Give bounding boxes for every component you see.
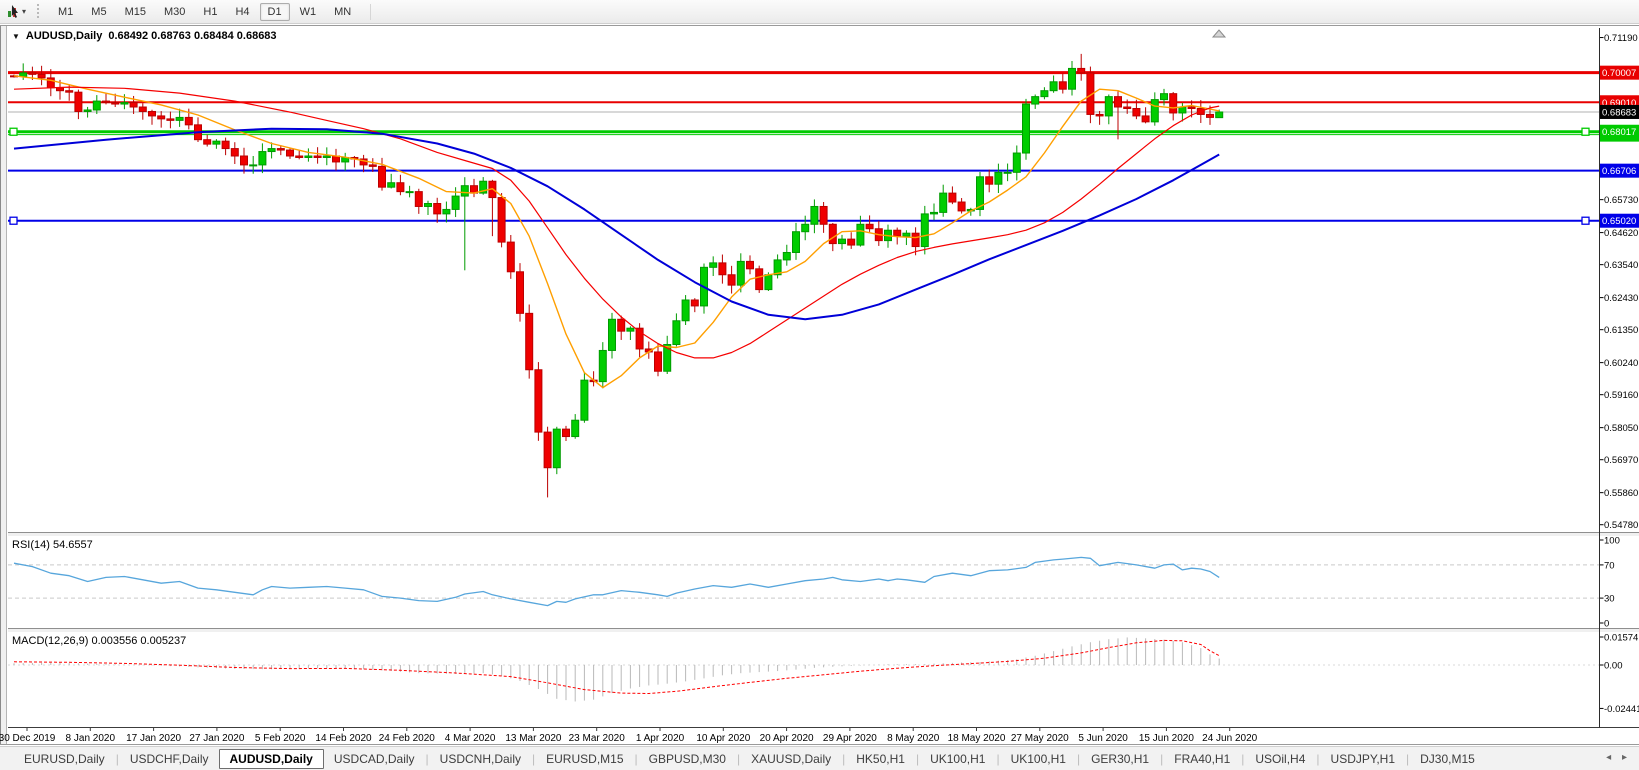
timeframe-button-M30[interactable]: M30	[156, 3, 193, 21]
timeframe-button-W1[interactable]: W1	[292, 3, 325, 21]
svg-text:0.61350: 0.61350	[1604, 325, 1638, 336]
timeframe-button-M5[interactable]: M5	[83, 3, 114, 21]
chart-tab-ger30-h1[interactable]: GER30,H1	[1081, 749, 1159, 769]
chart-tab-usdcad-daily[interactable]: USDCAD,Daily	[324, 749, 425, 769]
svg-text:15 Jun 2020: 15 Jun 2020	[1139, 733, 1194, 744]
svg-text:8 May 2020: 8 May 2020	[887, 733, 940, 744]
chart-canvas[interactable]: 0.711900.701100.690000.668100.657300.646…	[0, 25, 1639, 745]
svg-text:0.64620: 0.64620	[1604, 228, 1638, 239]
svg-text:0.56970: 0.56970	[1604, 455, 1638, 466]
svg-text:100: 100	[1604, 536, 1620, 547]
svg-text:1 Apr 2020: 1 Apr 2020	[636, 733, 685, 744]
svg-text:24 Feb 2020: 24 Feb 2020	[379, 733, 436, 744]
toolbar-separator	[370, 4, 371, 20]
svg-text:4 Mar 2020: 4 Mar 2020	[445, 733, 496, 744]
svg-text:0.54780: 0.54780	[1604, 520, 1638, 531]
svg-text:0.71190: 0.71190	[1604, 33, 1638, 44]
svg-text:5 Feb 2020: 5 Feb 2020	[255, 733, 306, 744]
level-line-handle[interactable]	[1582, 217, 1589, 224]
svg-text:0.66706: 0.66706	[1602, 166, 1636, 177]
svg-text:70: 70	[1604, 560, 1615, 571]
chart-symbol-period: AUDUSD,Daily	[26, 30, 102, 42]
svg-text:0.59160: 0.59160	[1604, 390, 1638, 401]
svg-text:27 Jan 2020: 27 Jan 2020	[189, 733, 244, 744]
chart-tab-uk100-h1[interactable]: UK100,H1	[1001, 749, 1076, 769]
macd-label: MACD(12,26,9) 0.003556 0.005237	[12, 635, 186, 647]
svg-text:0.65730: 0.65730	[1604, 195, 1638, 206]
svg-text:10 Apr 2020: 10 Apr 2020	[696, 733, 750, 744]
chart-tab-usoil-h4[interactable]: USOil,H4	[1245, 749, 1315, 769]
svg-text:14 Feb 2020: 14 Feb 2020	[315, 733, 372, 744]
timeframe-button-H4[interactable]: H4	[227, 3, 257, 21]
price-level-label-0.65020: 0.65020	[1600, 214, 1639, 228]
timeframe-button-H1[interactable]: H1	[195, 3, 225, 21]
svg-text:5 Jun 2020: 5 Jun 2020	[1078, 733, 1128, 744]
chart-tab-fra40-h1[interactable]: FRA40,H1	[1164, 749, 1240, 769]
svg-text:8 Jan 2020: 8 Jan 2020	[66, 733, 116, 744]
rsi-label: RSI(14) 54.6557	[12, 539, 93, 551]
timeframe-button-M1[interactable]: M1	[50, 3, 81, 21]
chart-tab-audusd-daily[interactable]: AUDUSD,Daily	[219, 749, 324, 769]
svg-text:0.63540: 0.63540	[1604, 260, 1638, 271]
svg-text:0.015741: 0.015741	[1604, 632, 1639, 643]
svg-text:29 Apr 2020: 29 Apr 2020	[823, 733, 877, 744]
chart-tab-usdchf-daily[interactable]: USDCHF,Daily	[120, 749, 219, 769]
price-level-label-0.70007: 0.70007	[1600, 66, 1639, 80]
timeframe-button-M15[interactable]: M15	[117, 3, 154, 21]
level-line-handle[interactable]	[10, 128, 17, 135]
timeframe-toolbar: M1M5M15M30H1H4D1W1MN	[49, 3, 360, 21]
chart-ohlc-values: 0.68492 0.68763 0.68484 0.68683	[108, 30, 276, 42]
svg-text:24 Jun 2020: 24 Jun 2020	[1202, 733, 1257, 744]
chart-tabbar: EURUSD,Daily|USDCHF,DailyAUDUSD,DailyUSD…	[0, 746, 1639, 770]
chart-title-dropdown-icon[interactable]: ▼	[12, 32, 20, 41]
price-level-label-0.66706: 0.66706	[1600, 164, 1639, 178]
chart-tab-usdjpy-h1[interactable]: USDJPY,H1	[1321, 749, 1405, 769]
timeframe-button-D1[interactable]: D1	[260, 3, 290, 21]
chart-tab-eurusd-daily[interactable]: EURUSD,Daily	[14, 749, 115, 769]
chart-tab-hk50-h1[interactable]: HK50,H1	[846, 749, 915, 769]
svg-text:0.55860: 0.55860	[1604, 488, 1638, 499]
svg-text:20 Apr 2020: 20 Apr 2020	[760, 733, 814, 744]
svg-text:0.58050: 0.58050	[1604, 423, 1638, 434]
svg-text:0.00: 0.00	[1604, 661, 1623, 672]
svg-text:30 Dec 2019: 30 Dec 2019	[0, 733, 56, 744]
tab-scroll-arrows: ◂ ▸	[1606, 752, 1631, 763]
tab-scroll-left-icon[interactable]: ◂	[1606, 752, 1615, 763]
svg-text:30: 30	[1604, 594, 1615, 605]
svg-text:0.68683: 0.68683	[1602, 107, 1636, 118]
svg-text:0.68017: 0.68017	[1602, 127, 1636, 138]
dropdown-caret-icon[interactable]: ▾	[22, 7, 26, 16]
chart-tab-xauusd-daily[interactable]: XAUUSD,Daily	[741, 749, 841, 769]
svg-text:27 May 2020: 27 May 2020	[1011, 733, 1069, 744]
svg-text:0.60240: 0.60240	[1604, 358, 1638, 369]
level-line-handle[interactable]	[1582, 128, 1589, 135]
svg-text:18 May 2020: 18 May 2020	[948, 733, 1006, 744]
svg-text:17 Jan 2020: 17 Jan 2020	[126, 733, 181, 744]
timeframe-button-MN[interactable]: MN	[326, 3, 359, 21]
chart-tab-uk100-h1[interactable]: UK100,H1	[920, 749, 995, 769]
chart-title: ▼ AUDUSD,Daily 0.68492 0.68763 0.68484 0…	[12, 30, 277, 42]
chart-tab-usdcnh-daily[interactable]: USDCNH,Daily	[430, 749, 531, 769]
svg-text:13 Mar 2020: 13 Mar 2020	[505, 733, 562, 744]
svg-text:0: 0	[1604, 619, 1609, 630]
chart-tab-dj30-m15[interactable]: DJ30,M15	[1410, 749, 1485, 769]
top-toolbar: ▾ M1M5M15M30H1H4D1W1MN	[0, 0, 1639, 24]
svg-text:-0.024411: -0.024411	[1604, 704, 1639, 715]
svg-text:0.62430: 0.62430	[1604, 293, 1638, 304]
tab-scroll-right-icon[interactable]: ▸	[1622, 752, 1631, 763]
toolbar-grip	[36, 4, 41, 20]
price-level-label-0.68017: 0.68017	[1600, 125, 1639, 139]
level-line-handle[interactable]	[10, 217, 17, 224]
svg-text:23 Mar 2020: 23 Mar 2020	[569, 733, 626, 744]
chart-cursor-icon[interactable]	[4, 4, 22, 20]
svg-text:0.65020: 0.65020	[1602, 216, 1636, 227]
chart-window: 0.711900.701100.690000.668100.657300.646…	[0, 25, 1639, 745]
chart-tab-eurusd-m15[interactable]: EURUSD,M15	[536, 749, 633, 769]
chart-tab-gbpusd-m30[interactable]: GBPUSD,M30	[639, 749, 736, 769]
price-level-label-0.68683: 0.68683	[1600, 105, 1639, 119]
svg-text:0.70007: 0.70007	[1602, 68, 1636, 79]
